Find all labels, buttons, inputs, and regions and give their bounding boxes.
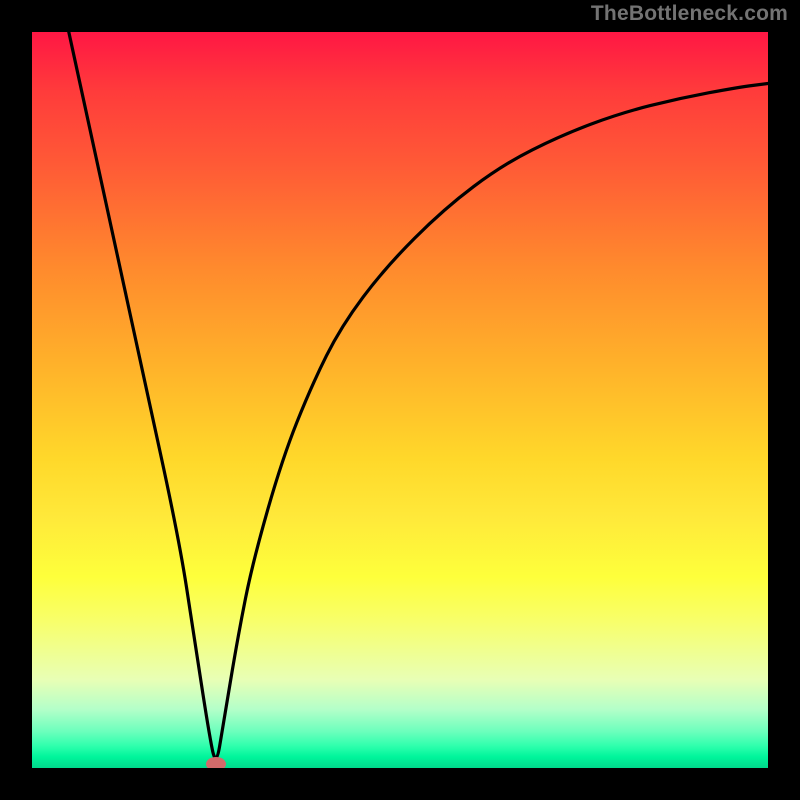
bottleneck-curve (69, 32, 768, 758)
plot-svg (32, 32, 768, 768)
attribution-label: TheBottleneck.com (591, 2, 788, 26)
minimum-marker (206, 757, 226, 768)
chart-frame: TheBottleneck.com (0, 0, 800, 800)
plot-area (32, 32, 768, 768)
